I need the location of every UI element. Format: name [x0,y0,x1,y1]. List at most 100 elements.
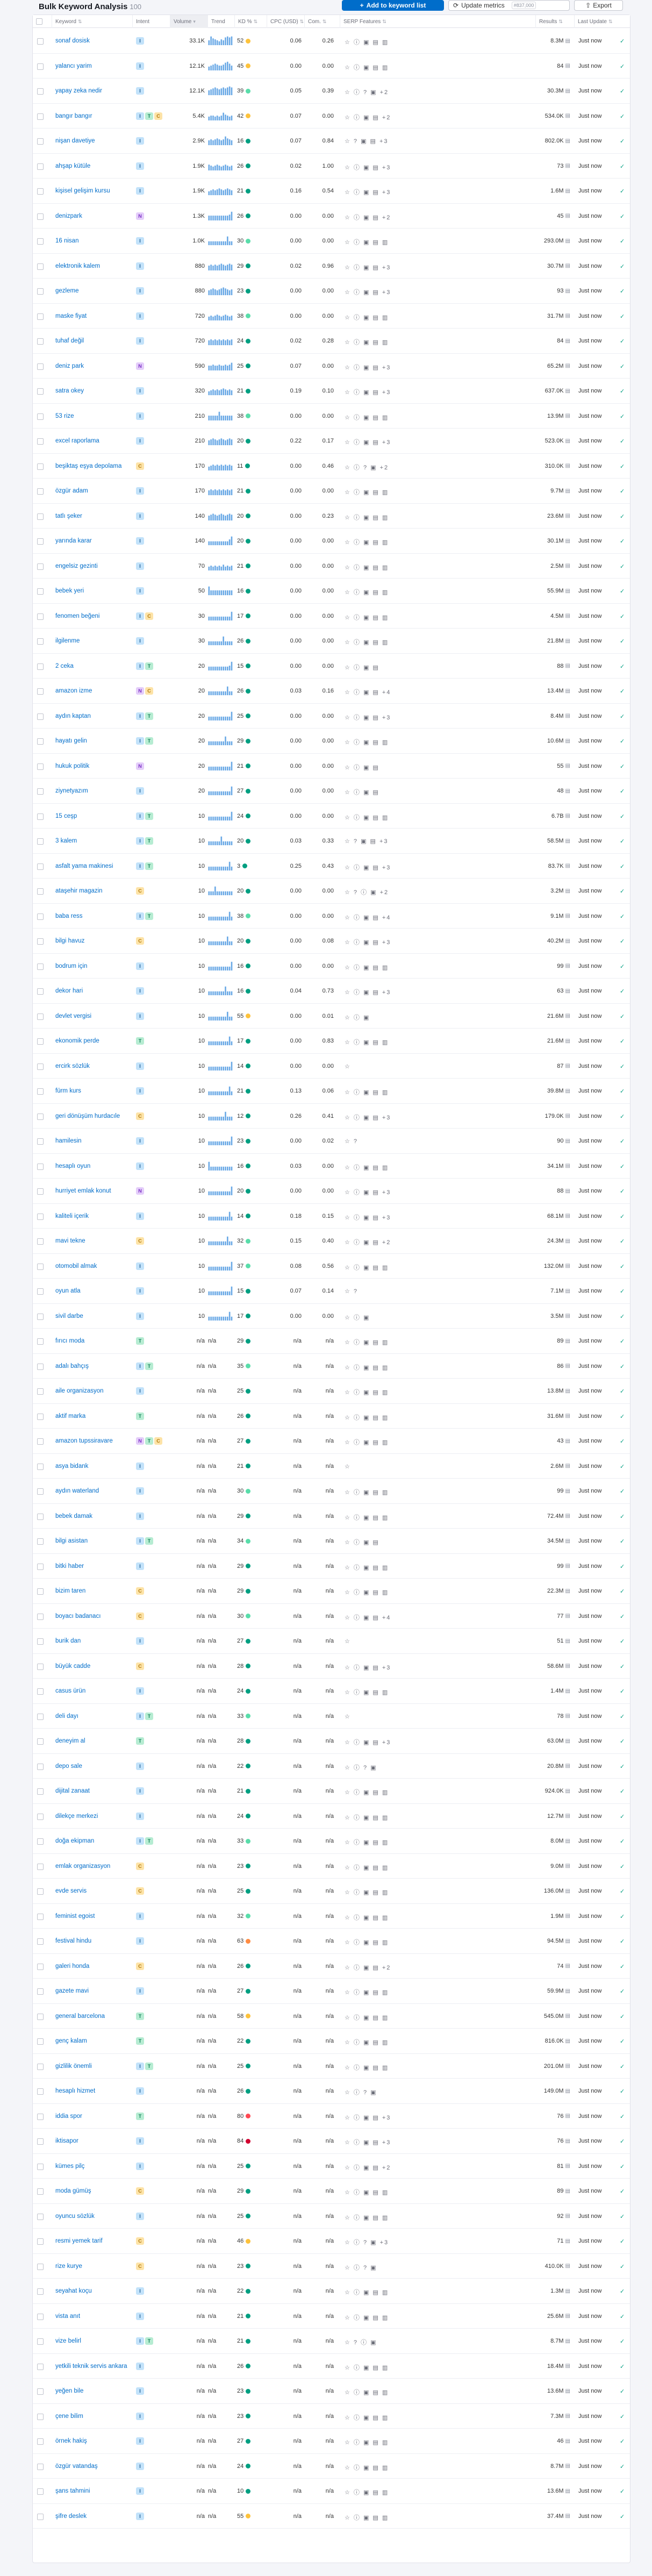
serp-features-icons[interactable]: ☆ ⓘ ▣ ▤ ▥ [345,2313,389,2322]
serp-features-icons[interactable]: ☆ [345,1638,351,1645]
serp-features-icons[interactable]: ☆ ⓘ ▣ ▤ ▥ [345,1863,389,1872]
serp-page-icon[interactable]: ▤ [565,1213,570,1219]
keyword-link[interactable]: oyun atla [55,1288,81,1294]
keyword-link[interactable]: hesaplı hizmet [55,2088,95,2094]
serp-page-icon[interactable]: ▤ [565,1338,570,1344]
serp-page-icon[interactable]: ▤ [565,2213,570,2219]
serp-features-icons[interactable]: ☆ ⓘ ▣ ▤ ▥ [345,2213,389,2222]
keyword-link[interactable]: bilgi asistan [55,1538,88,1544]
serp-page-icon[interactable]: ▤ [565,663,570,669]
serp-features-icons[interactable]: ☆ ⓘ ▣ ▤ ▥ [345,1688,389,1696]
serp-features-icons[interactable]: ☆ ⓘ ? ▣ [345,1763,377,1772]
row-checkbox[interactable] [37,888,44,895]
keyword-link[interactable]: emlak organizasyon [55,1863,110,1869]
serp-features-icons[interactable]: ☆ ⓘ ▣ [345,1013,370,1022]
keyword-link[interactable]: ercirk sözlük [55,1063,90,1069]
row-checkbox[interactable] [37,1313,44,1320]
row-checkbox[interactable] [37,188,44,195]
serp-features-icons[interactable]: ☆ ⓘ ▣ ▤ +3 [345,438,391,446]
serp-page-icon[interactable]: ▤ [565,213,570,219]
keyword-link[interactable]: hurriyet emlak konut [55,1188,111,1194]
serp-features-icons[interactable]: ☆ ⓘ ▣ ▤ +3 [345,388,391,396]
keyword-link[interactable]: gizlilik önemli [55,2063,92,2070]
serp-page-icon[interactable]: ▤ [565,1888,570,1894]
row-checkbox[interactable] [37,2063,44,2070]
serp-features-icons[interactable]: ☆ ⓘ ▣ ▤ +3 [345,2113,391,2122]
serp-features-icons[interactable]: ☆ ⓘ ▣ ▤ +2 [345,113,391,122]
serp-page-icon[interactable]: ▤ [565,1638,570,1644]
serp-page-icon[interactable]: ▤ [565,588,570,594]
keyword-link[interactable]: yetkili teknik servis ankara [55,2363,127,2370]
keyword-link[interactable]: yeğen bile [55,2388,83,2394]
row-checkbox[interactable] [37,2113,44,2120]
serp-features-icons[interactable]: ☆ [345,1713,351,1720]
keyword-link[interactable]: deneyim al [55,1738,85,1744]
serp-features-icons[interactable]: ☆ ? ▣ ▤ +3 [345,138,389,145]
keyword-link[interactable]: dilekçe merkezi [55,1813,98,1819]
serp-page-icon[interactable]: ▤ [565,1538,570,1544]
col-trend[interactable]: Trend [208,15,235,28]
serp-page-icon[interactable]: ▤ [565,2463,570,2469]
keyword-link[interactable]: sivil darbe [55,1313,83,1319]
col-keyword[interactable]: Keyword ⇅ [52,15,133,28]
serp-features-icons[interactable]: ☆ [345,1063,351,1070]
serp-features-icons[interactable]: ☆ ⓘ ▣ ▤ ▥ [345,2063,389,2072]
serp-page-icon[interactable]: ▤ [565,2163,570,2169]
row-checkbox[interactable] [37,338,44,345]
serp-features-icons[interactable]: ☆ ⓘ ▣ ▤ [345,1538,379,1546]
keyword-link[interactable]: baba ress [55,913,83,919]
serp-page-icon[interactable]: ▤ [565,163,570,169]
serp-page-icon[interactable]: ▤ [565,238,570,244]
serp-features-icons[interactable]: ☆ ? ▣ ▤ +3 [345,838,389,845]
serp-features-icons[interactable]: ☆ ⓘ ▣ ▤ +2 [345,1238,391,1246]
keyword-link[interactable]: depo sale [55,1763,82,1769]
serp-features-icons[interactable]: ☆ ⓘ ▣ ▤ ▥ [345,813,389,822]
row-checkbox[interactable] [37,988,44,995]
serp-features-icons[interactable]: ☆ ⓘ ▣ ▤ ▥ [345,1988,389,1996]
row-checkbox[interactable] [37,2413,44,2420]
serp-page-icon[interactable]: ▤ [565,2138,570,2144]
serp-features-icons[interactable]: ☆ ⓘ ▣ ▤ +3 [345,863,391,872]
serp-features-icons[interactable]: ☆ ⓘ ▣ ▤ ▥ [345,1438,389,1446]
serp-page-icon[interactable]: ▤ [565,2313,570,2319]
row-checkbox[interactable] [37,688,44,695]
serp-page-icon[interactable]: ▤ [565,1763,570,1769]
serp-features-icons[interactable]: ☆ ⓘ ▣ ▤ ▥ [345,738,389,746]
keyword-link[interactable]: boyacı badanacı [55,1613,101,1619]
keyword-link[interactable]: fürm kurs [55,1088,81,1094]
serp-features-icons[interactable]: ☆ ⓘ ▣ ▤ ▥ [345,2013,389,2022]
serp-page-icon[interactable]: ▤ [565,488,570,494]
serp-features-icons[interactable]: ☆ ⓘ ▣ ▤ ▥ [345,1813,389,1822]
row-checkbox[interactable] [37,1663,44,1670]
row-checkbox[interactable] [37,713,44,720]
serp-page-icon[interactable]: ▤ [565,688,570,694]
keyword-link[interactable]: ekonomik perde [55,1038,99,1044]
serp-page-icon[interactable]: ▤ [565,413,570,419]
keyword-link[interactable]: vista anıt [55,2313,80,2320]
row-checkbox[interactable] [37,288,44,295]
row-checkbox[interactable] [37,1538,44,1545]
row-checkbox[interactable] [37,2313,44,2320]
col-intent[interactable]: Intent [133,15,170,28]
serp-features-icons[interactable]: ☆ ⓘ ▣ ▤ ▥ [345,1413,389,1422]
keyword-link[interactable]: casus ürün [55,1688,85,1694]
serp-features-icons[interactable]: ☆ ⓘ ▣ ▤ +3 [345,1213,391,1222]
serp-features-icons[interactable]: ☆ ⓘ ▣ ▤ [345,763,379,772]
keyword-link[interactable]: iktisapor [55,2138,78,2144]
serp-features-icons[interactable]: ☆ ⓘ ▣ [345,1313,370,1322]
row-checkbox[interactable] [37,2513,44,2520]
keyword-link[interactable]: şifre deslek [55,2513,87,2520]
serp-page-icon[interactable]: ▤ [565,438,570,444]
serp-page-icon[interactable]: ▤ [565,1488,570,1494]
serp-features-icons[interactable]: ☆ ⓘ ▣ ▤ ▥ [345,1888,389,1896]
serp-page-icon[interactable]: ▤ [565,1863,570,1869]
serp-page-icon[interactable]: ▤ [565,463,570,469]
serp-features-icons[interactable]: ☆ ⓘ ▣ ▤ ▥ [345,488,389,496]
keyword-link[interactable]: gazete mavi [55,1988,89,1994]
row-checkbox[interactable] [37,1738,44,1745]
serp-page-icon[interactable]: ▤ [565,2188,570,2194]
serp-page-icon[interactable]: ▤ [565,1988,570,1994]
export-button[interactable]: ⇪ Export [574,0,623,11]
keyword-link[interactable]: kişisel gelişim kursu [55,188,110,194]
keyword-link[interactable]: denizpark [55,213,82,219]
